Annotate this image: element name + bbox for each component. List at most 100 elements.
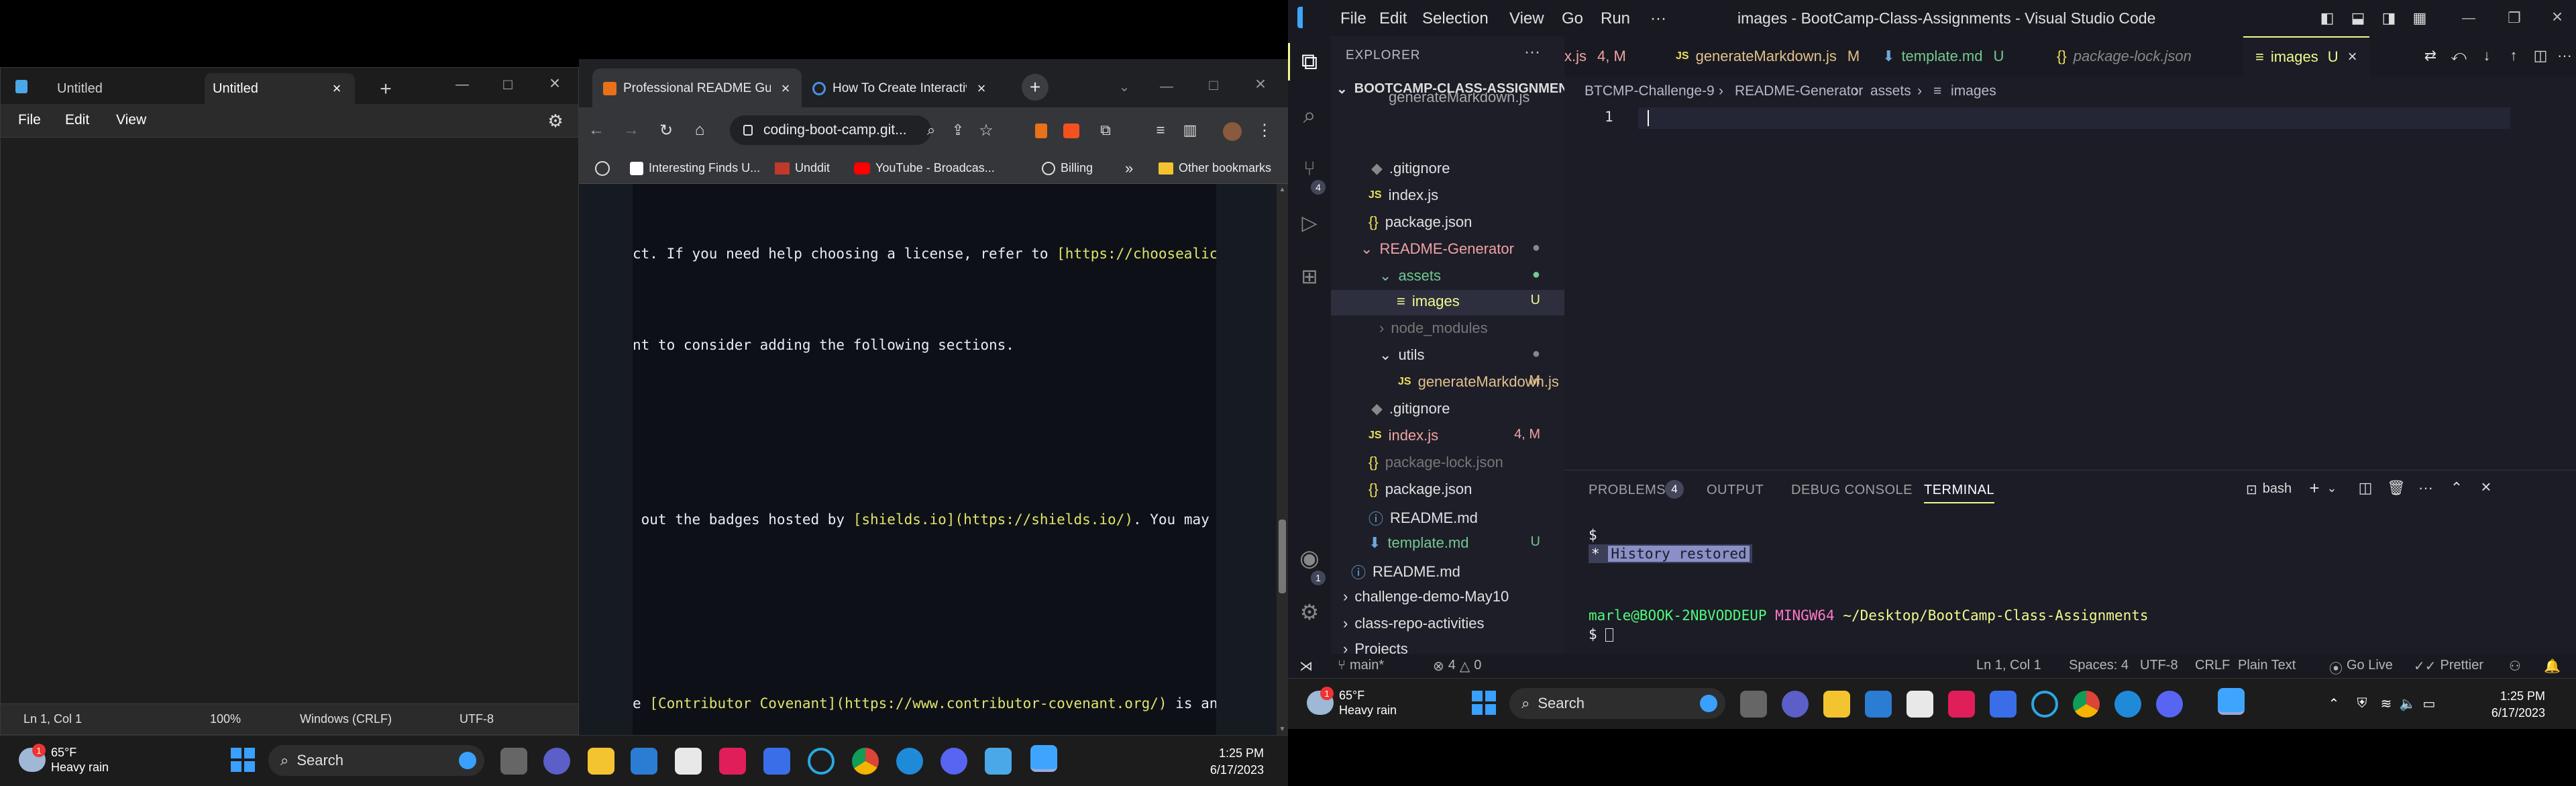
profile-avatar[interactable] — [1223, 122, 1242, 141]
editor-tab[interactable]: x.js 4, M — [1564, 36, 1665, 77]
menu-go[interactable]: Go — [1562, 9, 1583, 28]
tree-item-folder[interactable]: › node_modules — [1379, 320, 1488, 337]
more-actions-icon[interactable]: ··· — [1524, 43, 1540, 62]
more-actions-icon[interactable]: ··· — [2416, 479, 2435, 497]
cursor-position[interactable]: Ln 1, Col 1 — [1976, 658, 2041, 673]
share-icon[interactable]: ⇪ — [948, 119, 968, 141]
menu-selection[interactable]: Selection — [1422, 9, 1489, 28]
tree-item-folder[interactable]: › class-repo-activities — [1343, 615, 1485, 632]
prettier-status[interactable]: ✓✓ Prettier — [2414, 658, 2483, 675]
home-icon[interactable]: ⌂ — [689, 119, 710, 141]
bookmark-star-icon[interactable]: ☆ — [976, 119, 996, 141]
open-changes-icon[interactable]: ⤺ — [2449, 46, 2469, 66]
menu-view[interactable]: View — [1509, 9, 1544, 28]
editor-tab[interactable]: {} package-lock.json — [2041, 36, 2242, 77]
forward-icon[interactable]: → — [621, 119, 642, 141]
scroll-down-icon[interactable]: ▼ — [1277, 724, 1288, 734]
back-icon[interactable]: ← — [586, 119, 607, 141]
store-icon[interactable] — [675, 748, 702, 775]
tree-item-folder[interactable]: ⌄ README-Generator — [1360, 240, 1514, 258]
menu-view[interactable]: View — [116, 112, 146, 128]
side-panel-icon[interactable]: ▥ — [1180, 119, 1200, 141]
extension-icon[interactable] — [1035, 124, 1047, 138]
editor-area[interactable]: 1 — [1564, 107, 2576, 470]
close-tab-icon[interactable]: × — [972, 79, 991, 98]
code-link[interactable]: [shields.io](https://shields.io/) — [853, 511, 1133, 528]
more-bookmarks-icon[interactable]: » — [1125, 160, 1133, 177]
scrollbar-track[interactable]: ▲ ▼ — [1277, 184, 1288, 735]
cortana-icon[interactable] — [1990, 691, 2017, 718]
media-icon[interactable]: ≡ — [1150, 119, 1171, 141]
language-mode[interactable]: Plain Text — [2238, 658, 2296, 673]
close-window-icon[interactable]: × — [2544, 5, 2571, 28]
code-link[interactable]: [https://choosealice — [1057, 246, 1216, 262]
discord-taskbar-icon[interactable] — [941, 748, 967, 775]
tab-search-icon[interactable]: ⌄ — [1114, 77, 1134, 97]
tree-item-file[interactable]: ◆ .gitignore — [1371, 400, 1450, 417]
maximize-icon[interactable]: □ — [494, 75, 521, 95]
close-window-icon[interactable]: × — [1248, 73, 1273, 94]
editor-tab-active[interactable]: ≡ images U × — [2243, 36, 2369, 77]
search-icon[interactable]: ⌕ — [1295, 101, 1324, 130]
close-panel-icon[interactable]: × — [2477, 477, 2496, 497]
toggle-sidebar-icon[interactable]: ◧ — [2317, 8, 2337, 28]
menu-file[interactable]: File — [1340, 9, 1366, 28]
teams-chat-icon[interactable] — [1782, 691, 1809, 718]
bookmark-billing[interactable]: Billing — [1042, 161, 1093, 175]
notepad-tab-1[interactable]: Untitled — [37, 73, 205, 104]
toggle-panel-icon[interactable]: ⬓ — [2348, 8, 2368, 28]
windows-start-icon[interactable] — [231, 748, 255, 772]
panel-tab-problems[interactable]: PROBLEMS — [1589, 483, 1666, 498]
edge-taskbar-icon[interactable] — [2114, 691, 2141, 718]
taskbar-clock[interactable]: 1:25 PM 6/17/2023 — [1194, 745, 1264, 779]
accounts-icon[interactable]: ◉ — [1295, 544, 1324, 573]
terminal-shell-selector[interactable]: ⊡ bash — [2246, 481, 2292, 498]
security-tray-icon[interactable]: ⛨ — [2353, 693, 2371, 714]
breadcrumb-item[interactable]: images — [1951, 83, 1996, 99]
chrome-tab-interactive[interactable]: How To Create Interactive × — [802, 68, 998, 109]
tree-item-file[interactable]: ⓘ README.md — [1351, 561, 1460, 583]
tree-item-file-selected[interactable]: ≡ images — [1397, 293, 1460, 310]
tree-item-folder[interactable]: › challenge-demo-May10 — [1343, 588, 1509, 605]
prev-change-icon[interactable]: ↑ — [2504, 46, 2524, 66]
edge-taskbar-icon[interactable] — [896, 748, 923, 775]
minimize-icon[interactable]: — — [449, 75, 476, 95]
layout-icon[interactable]: ▦ — [2410, 8, 2430, 28]
notepad-text-area[interactable] — [1, 138, 578, 703]
circle-app-icon[interactable] — [2031, 691, 2058, 718]
menu-edit[interactable]: Edit — [65, 112, 89, 128]
weather-widget[interactable]: 65°F Heavy rain — [51, 745, 109, 775]
toggle-secondary-sidebar-icon[interactable]: ◨ — [2379, 8, 2399, 28]
extensions-puzzle-icon[interactable]: ⧉ — [1095, 119, 1116, 141]
tree-item-file[interactable]: {} package.json — [1368, 213, 1472, 231]
minimize-icon[interactable]: — — [1155, 77, 1179, 97]
tree-item-file[interactable]: JS index.js — [1368, 427, 1438, 444]
settings-gear-icon[interactable]: ⚙ — [545, 111, 566, 131]
breadcrumb-item[interactable]: assets — [1870, 83, 1911, 99]
end-of-line[interactable]: CRLF — [2195, 658, 2230, 673]
compare-changes-icon[interactable]: ⇄ — [2420, 46, 2440, 66]
problems-status[interactable]: ⊗ 4 △ 0 — [1433, 658, 1481, 675]
word-icon[interactable] — [1865, 691, 1892, 718]
close-window-icon[interactable]: × — [541, 72, 568, 93]
kill-terminal-trash-icon[interactable]: 🗑 — [2387, 479, 2406, 497]
next-change-icon[interactable]: ↓ — [2477, 46, 2497, 66]
scroll-up-icon[interactable]: ▲ — [1277, 184, 1288, 195]
panel-tab-terminal[interactable]: TERMINAL — [1924, 483, 1995, 503]
more-actions-icon[interactable]: ··· — [2555, 46, 2575, 66]
indentation[interactable]: Spaces: 4 — [2069, 658, 2129, 673]
address-bar[interactable]: coding-boot-camp.git... — [730, 115, 931, 145]
slack-icon[interactable] — [1948, 691, 1975, 718]
git-branch[interactable]: ⑂ main* — [1338, 658, 1384, 673]
accounts-icon[interactable]: ⚇ — [2509, 658, 2521, 675]
tree-item-file[interactable]: {} package.json — [1368, 481, 1472, 498]
remote-icon[interactable]: ⋊ — [1295, 656, 1318, 675]
circle-app-icon[interactable] — [808, 748, 835, 775]
reload-icon[interactable]: ↻ — [655, 119, 677, 141]
chrome-taskbar-icon[interactable] — [852, 748, 879, 775]
tree-item-file[interactable]: generateMarkdown.js — [1389, 93, 1529, 106]
maximize-icon[interactable]: □ — [1201, 75, 1226, 95]
notepad-taskbar-icon[interactable] — [985, 748, 1012, 775]
bookmark-youtube[interactable]: YouTube - Broadcas... — [854, 161, 995, 175]
go-live-button[interactable]: ⦿ Go Live — [2329, 658, 2393, 677]
